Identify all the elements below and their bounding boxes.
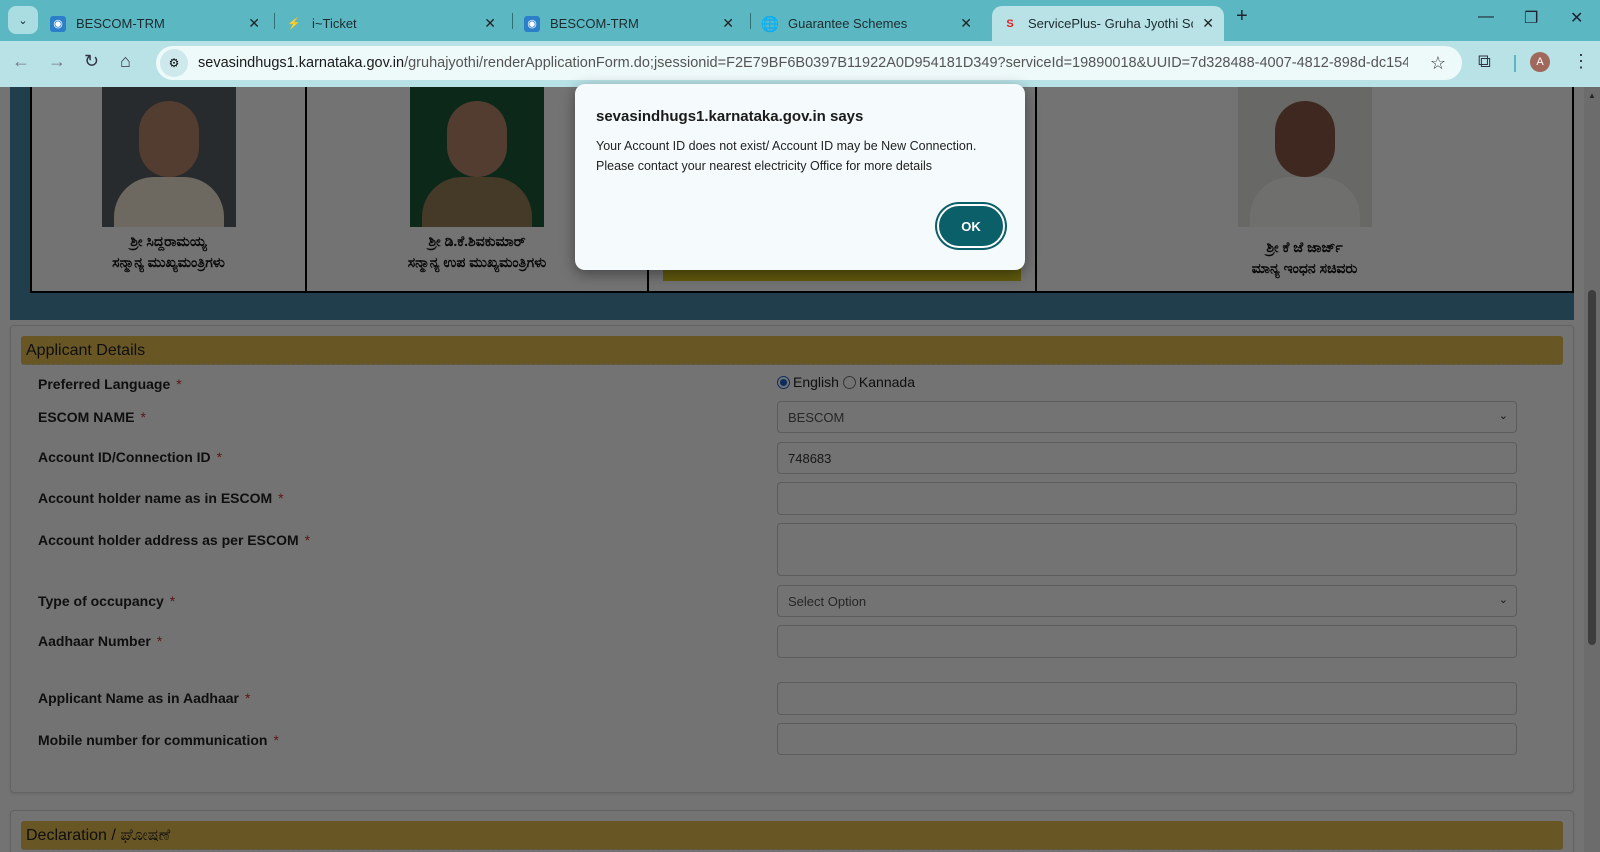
holder-name-label: Account holder name as in ESCOM * — [38, 490, 284, 506]
chevron-down-icon: ⌄ — [1498, 410, 1508, 422]
chevron-down-icon: ⌄ — [18, 14, 28, 27]
tab-iticket[interactable]: ⚡ i~Ticket ✕ — [276, 6, 506, 41]
person-title: ಸನ್ಮಾನ್ಯ ಮುಖ್ಯಮಂತ್ರಿಗಳು — [112, 254, 225, 270]
tab-guarantee-schemes[interactable]: 🌐 Guarantee Schemes ✕ — [752, 6, 982, 41]
declaration-panel: Declaration / ಘೋಷಣೆ — [10, 810, 1574, 852]
applicant-name-input[interactable] — [777, 682, 1517, 715]
preferred-language-label: Preferred Language * — [38, 376, 182, 392]
section-header: Applicant Details — [21, 336, 1563, 365]
bookmark-star-icon[interactable]: ☆ — [1430, 53, 1446, 74]
portrait-photo — [410, 87, 544, 227]
avatar[interactable]: A — [1530, 52, 1550, 72]
scroll-up-icon[interactable]: ▲ — [1588, 91, 1596, 100]
occupancy-select[interactable]: Select Option ⌄ — [777, 585, 1517, 617]
iticket-icon: ⚡ — [287, 18, 301, 30]
portrait-photo — [1237, 87, 1372, 227]
radio-english[interactable] — [777, 375, 790, 389]
minimize-button[interactable]: — — [1478, 8, 1494, 26]
restore-button[interactable]: ❐ — [1524, 8, 1538, 28]
alert-dialog: sevasindhugs1.karnataka.gov.in says Your… — [575, 84, 1025, 270]
person-title: ಮಾನ್ಯ ಇಂಧನ ಸಚಿವರು — [1251, 260, 1358, 276]
forward-icon[interactable]: → — [48, 51, 66, 72]
chevron-down-icon: ⌄ — [1498, 594, 1508, 606]
mobile-input[interactable] — [777, 723, 1517, 755]
occupancy-label: Type of occupancy * — [38, 593, 176, 609]
preferred-language-radio-group: English Kannada — [777, 374, 915, 390]
extensions-icon[interactable]: ⧉ — [1478, 51, 1491, 72]
escom-label: ESCOM NAME * — [38, 409, 146, 425]
dialog-message: Your Account ID does not exist/ Account … — [596, 139, 977, 173]
tab-serviceplus-active[interactable]: SServicePlus- Gruha Jyothi Scheme✕ — [992, 6, 1224, 41]
holder-name-input[interactable] — [777, 482, 1517, 515]
close-window-button[interactable]: ✕ — [1570, 8, 1583, 28]
home-icon[interactable]: ⌂ — [120, 51, 131, 72]
ok-button[interactable]: OK — [937, 204, 1005, 248]
account-id-input[interactable]: 748683 — [777, 442, 1517, 474]
dialog-title: sevasindhugs1.karnataka.gov.in says — [596, 108, 864, 125]
browser-toolbar: ← → ↻ ⌂ ⚙ sevasindhugs1.karnataka.gov.in… — [0, 41, 1600, 87]
reload-icon[interactable]: ↻ — [84, 51, 99, 72]
aadhaar-input[interactable] — [777, 625, 1517, 658]
person-name: ಶ್ರೀ ಸಿದ್ದರಾಮಯ್ಯ — [130, 233, 207, 249]
site-settings-icon[interactable]: ⚙ — [160, 49, 188, 77]
serviceplus-icon: S — [1006, 17, 1014, 30]
person-name: ಶ್ರೀ ಕೆ ಜೆ ಜಾರ್ಜ್ — [1266, 239, 1343, 255]
back-icon[interactable]: ← — [12, 51, 30, 72]
holder-address-textarea[interactable] — [777, 523, 1517, 576]
radio-kannada[interactable] — [842, 375, 856, 389]
new-tab-button[interactable]: + — [1236, 5, 1248, 28]
browser-tab-bar: ⌄ ◉ BESCOM-TRM ✕ ⚡ i~Ticket ✕ ◉ BESCOM-TRM ✕ 🌐… — [0, 0, 1600, 41]
tab-bescom-trm-2[interactable]: ◉ BESCOM-TRM ✕ — [514, 6, 744, 41]
scrollbar[interactable]: ▲ — [1584, 87, 1600, 852]
account-id-label: Account ID/Connection ID * — [38, 449, 223, 465]
mobile-label: Mobile number for communication * — [38, 732, 279, 748]
bescom-icon: ◉ — [524, 15, 540, 32]
close-tab-icon[interactable]: ✕ — [484, 15, 496, 32]
applicant-name-label: Applicant Name as in Aadhaar * — [38, 690, 251, 706]
bescom-icon: ◉ — [50, 15, 66, 32]
close-tab-icon[interactable]: ✕ — [960, 15, 972, 32]
portrait-photo — [101, 87, 236, 227]
address-bar[interactable]: ⚙ sevasindhugs1.karnataka.gov.in/gruhajy… — [156, 46, 1462, 80]
close-tab-icon[interactable]: ✕ — [722, 15, 734, 32]
scrollbar-thumb[interactable] — [1588, 290, 1596, 645]
escom-select[interactable]: BESCOM ⌄ — [777, 401, 1517, 433]
globe-icon: 🌐 — [760, 15, 780, 33]
applicant-details-panel: Applicant Details Preferred Language * En… — [10, 325, 1574, 793]
portrait-cm: ಶ್ರೀ ಸಿದ್ದರಾಮಯ್ಯ ಸನ್ಮಾನ್ಯ ಮುಖ್ಯಮಂತ್ರಿಗಳು — [32, 87, 307, 291]
close-tab-icon[interactable]: ✕ — [248, 15, 260, 32]
tab-search-button[interactable]: ⌄ — [8, 6, 38, 34]
close-tab-icon[interactable]: ✕ — [1202, 15, 1214, 32]
aadhaar-label: Aadhaar Number * — [38, 633, 163, 649]
declaration-header: Declaration / ಘೋಷಣೆ — [21, 821, 1563, 850]
portrait-minister: ಶ್ರೀ ಕೆ ಜೆ ಜಾರ್ಜ್ ಮಾನ್ಯ ಇಂಧನ ಸಚಿವರು — [1037, 87, 1572, 291]
menu-icon[interactable]: ⋮ — [1572, 51, 1590, 72]
holder-address-label: Account holder address as per ESCOM * — [38, 532, 311, 548]
tab-bescom-trm-1[interactable]: ◉ BESCOM-TRM ✕ — [40, 6, 270, 41]
